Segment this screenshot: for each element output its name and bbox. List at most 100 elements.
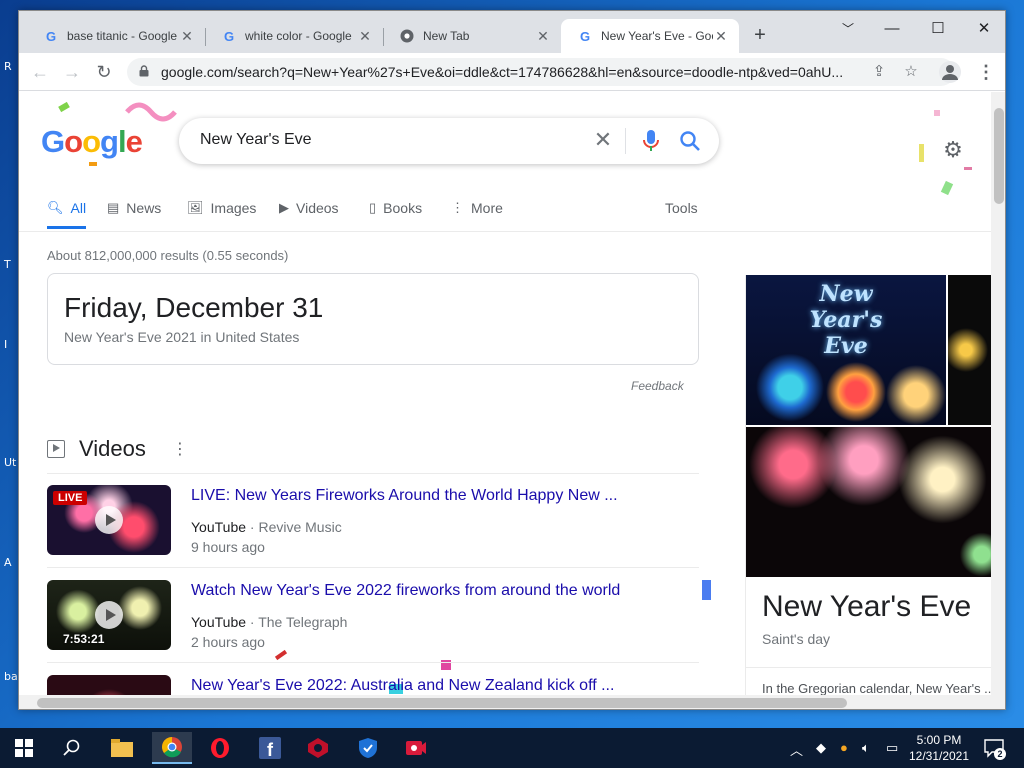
close-tab-icon[interactable]: ✕: [357, 28, 373, 44]
video-thumbnail[interactable]: LIVE: [47, 485, 171, 555]
video-title-link[interactable]: LIVE: New Years Fireworks Around the Wor…: [191, 487, 618, 505]
tray-app-icon[interactable]: ◆: [816, 740, 826, 756]
play-icon[interactable]: [95, 601, 123, 629]
close-tab-icon[interactable]: ✕: [535, 28, 551, 44]
vertical-scrollbar[interactable]: [991, 92, 1005, 695]
search-icon: 🔍︎: [47, 200, 64, 215]
microphone-icon[interactable]: [641, 129, 661, 153]
feedback-link[interactable]: Feedback: [631, 379, 684, 393]
address-bar[interactable]: google.com/search?q=New+Year%27s+Eve&oi=…: [127, 58, 955, 86]
tab-search-icon[interactable]: ﹀: [825, 15, 871, 43]
game-app-icon[interactable]: [302, 732, 334, 764]
network-icon[interactable]: ▭: [886, 740, 898, 756]
tab-images[interactable]: 🖼︎ Images: [187, 200, 256, 216]
browser-tab[interactable]: G white color - Google ✕: [205, 19, 383, 53]
divider: [47, 473, 699, 474]
browser-tab-active[interactable]: G New Year's Eve - Goo ✕: [561, 19, 739, 53]
file-explorer-icon[interactable]: [106, 732, 138, 764]
browser-menu-icon[interactable]: ⋮: [977, 61, 995, 83]
browser-toolbar: ← → ↻ google.com/search?q=New+Year%27s+E…: [19, 53, 1005, 91]
book-icon: ▯: [369, 200, 377, 215]
video-thumbnail[interactable]: [47, 675, 171, 695]
tab-videos[interactable]: ▶ Videos: [279, 200, 339, 216]
profile-avatar-icon[interactable]: [939, 61, 961, 83]
system-clock[interactable]: 5:00 PM 12/31/2021: [906, 732, 972, 764]
horizontal-scrollbar[interactable]: [19, 695, 1005, 709]
tools-button[interactable]: Tools: [665, 200, 698, 216]
bookmark-star-icon[interactable]: ☆: [902, 63, 920, 81]
back-button[interactable]: ←: [29, 61, 51, 83]
notification-center-icon[interactable]: 2: [982, 736, 1006, 760]
facebook-icon[interactable]: f: [254, 732, 286, 764]
video-title-link[interactable]: New Year's Eve 2022: Australia and New Z…: [191, 677, 614, 695]
knowledge-panel-image[interactable]: [948, 275, 991, 425]
screen-recorder-icon[interactable]: [400, 732, 432, 764]
volume-icon[interactable]: 🔈︎: [862, 740, 870, 756]
new-tab-button[interactable]: +: [749, 24, 771, 46]
date-subtitle: New Year's Eve 2021 in United States: [64, 329, 300, 345]
search-results-page: Google New Year's Eve ✕ ⚙ 🔍︎ All ▤ News …: [19, 92, 991, 695]
search-icon[interactable]: [56, 732, 88, 764]
tab-all-label: All: [70, 200, 87, 216]
more-options-icon[interactable]: ⋮: [172, 439, 188, 459]
close-tab-icon[interactable]: ✕: [713, 28, 729, 44]
chrome-icon: [399, 28, 415, 44]
tab-books[interactable]: ▯ Books: [369, 200, 422, 216]
desktop-icon-label: T: [4, 258, 11, 271]
maximize-button[interactable]: ☐: [915, 15, 961, 43]
windows-start-icon[interactable]: [8, 732, 40, 764]
clock-time: 5:00 PM: [916, 733, 962, 747]
video-result[interactable]: New Year's Eve 2022: Australia and New Z…: [47, 675, 699, 695]
video-channel: · The Telegraph: [249, 614, 348, 630]
image-icon: 🖼︎: [187, 200, 204, 215]
taskbar: f ︿ ◆ ● 🔈︎ ▭ 5:00 PM 12/31/2021 2: [0, 728, 1024, 768]
lock-icon: [139, 65, 149, 77]
close-window-button[interactable]: ✕: [961, 15, 1005, 43]
tab-news[interactable]: ▤ News: [107, 200, 161, 216]
knowledge-panel-image[interactable]: New Year's Eve: [746, 275, 946, 425]
tab-tools-label: Tools: [665, 200, 698, 216]
scrollbar-thumb[interactable]: [37, 698, 847, 708]
video-result[interactable]: 7:53:21 Watch New Year's Eve 2022 firewo…: [47, 580, 699, 670]
vpn-shield-icon[interactable]: [352, 732, 384, 764]
video-source: YouTube · The Telegraph: [191, 614, 347, 630]
tab-strip: G base titanic - Google ✕ G white color …: [19, 11, 1005, 53]
result-stats: About 812,000,000 results (0.55 seconds): [47, 248, 289, 263]
scrollbar-thumb[interactable]: [994, 108, 1004, 204]
minimize-button[interactable]: —: [869, 15, 915, 43]
video-channel: · Revive Music: [249, 519, 342, 535]
divider: [746, 667, 991, 668]
reload-button[interactable]: ↻: [93, 61, 115, 83]
play-icon[interactable]: [95, 506, 123, 534]
tab-title: New Year's Eve - Goo: [601, 29, 713, 43]
search-icon[interactable]: [679, 129, 701, 153]
clear-search-icon[interactable]: ✕: [591, 128, 615, 152]
browser-tab[interactable]: G base titanic - Google ✕: [27, 19, 205, 53]
settings-gear-icon[interactable]: ⚙: [939, 136, 967, 164]
search-box[interactable]: New Year's Eve ✕: [179, 118, 719, 164]
browser-tab[interactable]: New Tab ✕: [383, 19, 561, 53]
desktop-icon-label: R: [4, 60, 12, 73]
knowledge-panel-subtitle: Saint's day: [762, 631, 831, 647]
close-tab-icon[interactable]: ✕: [179, 28, 195, 44]
tray-app-icon[interactable]: ●: [840, 740, 848, 755]
share-icon[interactable]: ⇪: [870, 63, 888, 81]
google-g-icon: G: [45, 28, 57, 44]
news-icon: ▤: [107, 200, 120, 215]
forward-button[interactable]: →: [61, 61, 83, 83]
video-thumbnail[interactable]: 7:53:21: [47, 580, 171, 650]
videos-section-header: Videos ⋮: [47, 436, 188, 462]
tab-all[interactable]: 🔍︎ All: [47, 200, 87, 229]
video-result[interactable]: LIVE LIVE: New Years Fireworks Around th…: [47, 485, 699, 575]
video-icon: ▶: [279, 200, 289, 215]
knowledge-panel-image[interactable]: [746, 427, 991, 577]
video-title-link[interactable]: Watch New Year's Eve 2022 fireworks from…: [191, 582, 620, 600]
date-headline: Friday, December 31: [64, 292, 324, 323]
google-doodle-logo[interactable]: Google: [41, 124, 143, 160]
date-answer-card: Friday, December 31 New Year's Eve 2021 …: [47, 273, 699, 365]
search-input[interactable]: New Year's Eve: [200, 131, 312, 149]
show-hidden-icons-icon[interactable]: ︿: [790, 740, 803, 759]
opera-icon[interactable]: [204, 732, 236, 764]
tab-more[interactable]: ⋮ More: [451, 200, 503, 216]
chrome-taskbar-icon[interactable]: [152, 732, 192, 764]
